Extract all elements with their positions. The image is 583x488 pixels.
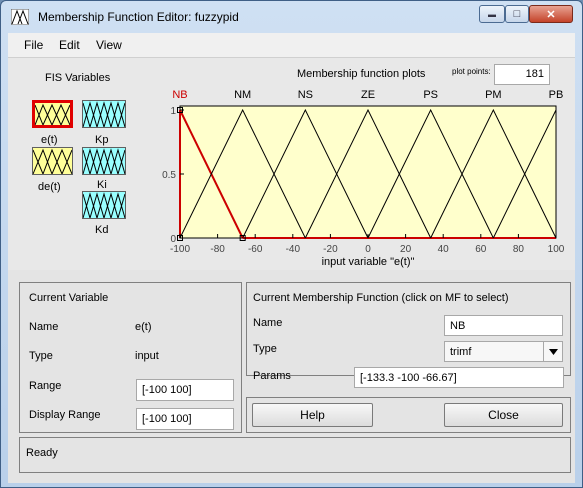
menu-edit[interactable]: Edit — [59, 38, 80, 52]
x-axis-label: input variable "e(t)" — [322, 256, 415, 268]
mf-name-label: Name — [253, 317, 283, 329]
mf-params-input[interactable]: [-133.3 -100 -66.67] — [354, 367, 564, 388]
mf-thumbnail-icon — [35, 103, 70, 125]
x-tick-label: -100 — [170, 244, 190, 255]
mf-label-pb[interactable]: PB — [549, 89, 564, 101]
x-tick-label: -60 — [248, 244, 263, 255]
output-var-kp-label: Kp — [95, 134, 109, 146]
output-var-kd[interactable] — [82, 191, 126, 219]
x-tick-label: -80 — [210, 244, 225, 255]
mf-label-pm[interactable]: PM — [485, 89, 502, 101]
x-tick-label: 100 — [548, 244, 565, 255]
plot-background — [179, 105, 557, 239]
maximize-icon: □ — [513, 8, 521, 20]
range-label: Range — [29, 380, 62, 392]
mf-type-value: trimf — [450, 346, 472, 358]
plot-points-label: plot points: — [452, 67, 491, 76]
mf-thumbnail-icon — [83, 192, 125, 218]
status-text: Ready — [26, 447, 58, 459]
close-icon: ✕ — [546, 8, 556, 21]
plot-title: Membership function plots — [297, 68, 426, 80]
y-tick-label: 1 — [170, 106, 176, 117]
current-mf-title: Current Membership Function (click on MF… — [253, 292, 509, 304]
top-panel: FIS Variables e(t) de(t) Kp Ki Kd Member… — [8, 58, 575, 270]
x-tick-label: 20 — [400, 244, 412, 255]
current-variable-panel: Current Variable Name e(t) Type input Ra… — [19, 282, 242, 433]
x-tick-label: -20 — [323, 244, 338, 255]
mf-label-nb[interactable]: NB — [172, 89, 187, 101]
current-mf-panel: Current Membership Function (click on MF… — [246, 282, 571, 382]
mf-plot[interactable]: NB NM NS ZE PS PM PB -100 -80 -60 -40 -20 0 20 40 60 80 1… — [158, 88, 565, 268]
menu-bar: File Edit View — [8, 33, 575, 58]
output-var-ki-label: Ki — [97, 179, 107, 191]
mf-label-ps[interactable]: PS — [423, 89, 438, 101]
maximize-button[interactable]: □ — [505, 5, 529, 23]
input-var-de-label: de(t) — [38, 181, 61, 193]
fis-variables-title: FIS Variables — [45, 72, 111, 84]
x-tick-label: 60 — [475, 244, 487, 255]
title-bar[interactable]: Membership Function Editor: fuzzypid ▬ □… — [1, 1, 582, 33]
chevron-down-icon[interactable] — [543, 342, 562, 362]
mf-name-input[interactable]: NB — [444, 315, 563, 336]
mf-label-ze[interactable]: ZE — [361, 89, 375, 101]
y-tick-label: 0.5 — [162, 170, 176, 181]
input-var-de[interactable] — [32, 147, 73, 175]
mf-thumbnail-icon — [33, 148, 72, 174]
button-panel: Help Close — [246, 397, 571, 433]
plot-points-input[interactable]: 181 — [494, 64, 550, 85]
mf-thumbnail-icon — [83, 148, 125, 174]
input-var-e[interactable] — [32, 100, 73, 128]
input-var-e-label: e(t) — [41, 134, 58, 146]
output-var-ki[interactable] — [82, 147, 126, 175]
var-name-label: Name — [29, 321, 59, 333]
matlab-fuzzy-icon — [11, 9, 29, 25]
client-area: FIS Variables e(t) de(t) Kp Ki Kd Member… — [8, 58, 575, 483]
mf-thumbnail-icon — [83, 101, 125, 127]
output-var-kd-label: Kd — [95, 224, 109, 236]
var-name-value: e(t) — [135, 321, 152, 333]
window-title: Membership Function Editor: fuzzypid — [38, 10, 239, 24]
mf-params-label: Params — [253, 370, 291, 382]
status-panel: Ready — [19, 437, 571, 473]
mf-type-label: Type — [253, 343, 277, 355]
var-type-value: input — [135, 350, 159, 362]
mf-label-nm[interactable]: NM — [234, 89, 251, 101]
close-button[interactable]: Close — [444, 403, 563, 427]
mf-type-select[interactable]: trimf — [444, 341, 563, 362]
output-var-kp[interactable] — [82, 100, 126, 128]
help-button[interactable]: Help — [252, 403, 373, 427]
close-window-button[interactable]: ✕ — [529, 5, 573, 23]
x-tick-label: 80 — [513, 244, 525, 255]
mf-label-ns[interactable]: NS — [298, 89, 313, 101]
menu-file[interactable]: File — [24, 38, 43, 52]
range-input[interactable]: [-100 100] — [136, 379, 234, 401]
x-tick-label: 40 — [438, 244, 450, 255]
mf-editor-window: Membership Function Editor: fuzzypid ▬ □… — [0, 0, 583, 488]
x-tick-label: 0 — [365, 244, 371, 255]
x-tick-label: -40 — [286, 244, 301, 255]
y-tick-label: 0 — [170, 234, 176, 245]
var-type-label: Type — [29, 350, 53, 362]
current-variable-title: Current Variable — [29, 292, 109, 304]
minimize-button[interactable]: ▬ — [479, 5, 505, 23]
display-range-label: Display Range — [29, 409, 101, 421]
display-range-input[interactable]: [-100 100] — [136, 408, 234, 430]
menu-view[interactable]: View — [96, 38, 122, 52]
minimize-icon: ▬ — [488, 9, 496, 19]
